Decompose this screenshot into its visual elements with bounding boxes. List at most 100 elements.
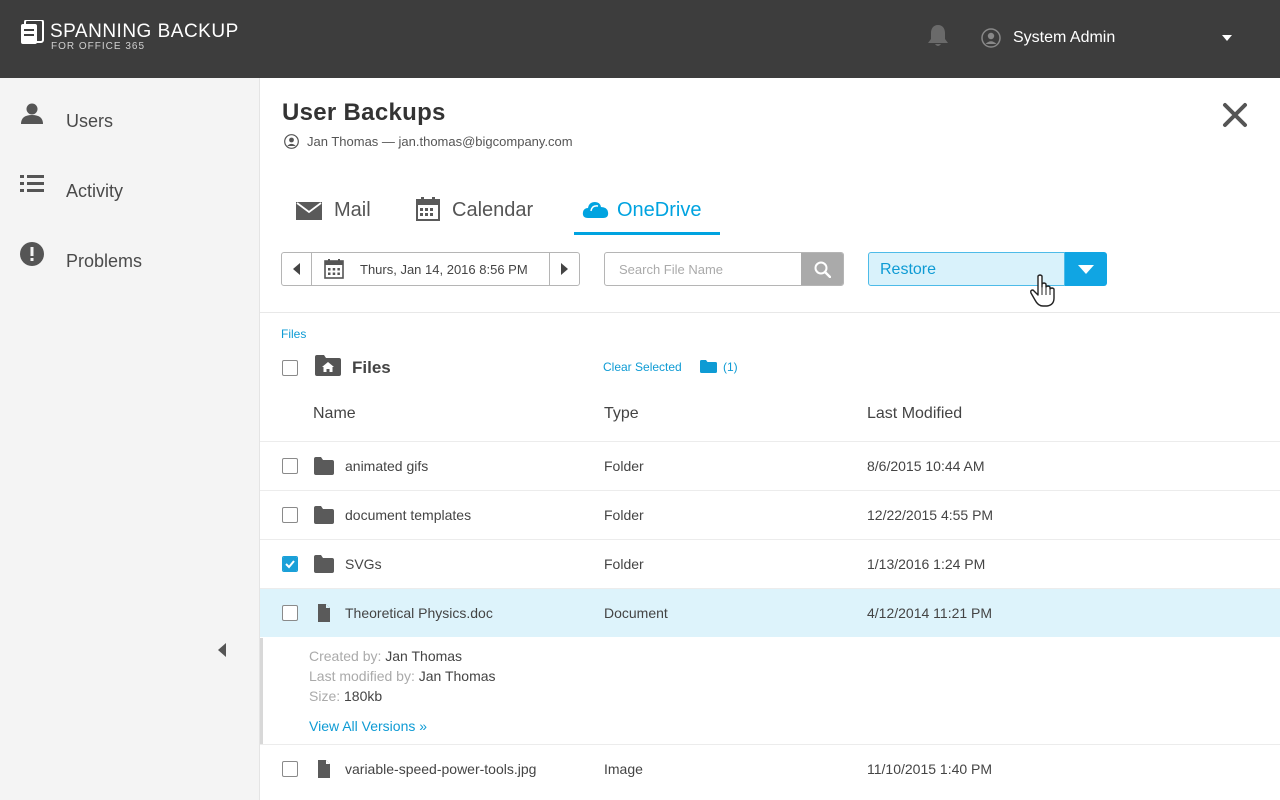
user-identity: Jan Thomas — jan.thomas@bigcompany.com [307,134,573,149]
size-label: Size: [309,688,341,704]
file-name: animated gifs [345,458,429,474]
user-icon [21,103,43,124]
file-modified: 12/22/2015 4:55 PM [867,507,994,523]
file-type: Folder [604,458,644,474]
tab-calendar[interactable]: Calendar [416,196,546,236]
modified-by-label: Last modified by: [309,668,415,684]
view-all-versions-link[interactable]: View All Versions » [309,718,427,734]
table-row[interactable]: document templates Folder 12/22/2015 4:5… [260,490,1280,539]
tab-label: Calendar [452,199,534,221]
folder-icon [314,457,334,475]
created-by-label: Created by: [309,648,382,664]
folder-icon [314,506,334,524]
chevron-right-icon [561,263,568,275]
current-folder-title: Files [352,358,391,377]
column-header-name[interactable]: Name [313,405,356,423]
image-file-icon [318,760,330,778]
user-name[interactable]: System Admin [1013,29,1115,47]
created-by-value: Jan Thomas [385,648,463,664]
table-row[interactable]: Theoretical Physics.doc Document 4/12/20… [260,588,1280,637]
mail-icon [296,202,322,220]
file-modified: 8/6/2015 10:44 AM [867,458,985,474]
sidebar-item-label: Activity [66,181,124,201]
top-bar: SPANNING BACKUP FOR OFFICE 365 System Ad… [0,0,1280,78]
user-backups-panel: User Backups Jan Thomas — jan.thomas@big… [260,78,1280,800]
table-row[interactable]: variable-speed-power-tools.jpg Image 11/… [260,744,1280,793]
table-row[interactable]: animated gifs Folder 8/6/2015 10:44 AM [260,441,1280,490]
file-type: Document [604,605,668,621]
tab-onedrive[interactable]: OneDrive [582,196,722,236]
restore-button[interactable]: Restore [868,252,1065,286]
file-name: Theoretical Physics.doc [345,605,493,621]
next-date-button[interactable] [549,253,579,285]
restore-split-button: Restore [868,252,1107,286]
restore-label: Restore [880,261,937,278]
tab-mail[interactable]: Mail [296,196,386,236]
clear-selected-link[interactable]: Clear Selected [603,360,682,374]
selected-date[interactable]: Thurs, Jan 14, 2016 8:56 PM [360,262,528,277]
column-header-modified[interactable]: Last Modified [867,405,962,423]
modified-by-value: Jan Thomas [418,668,496,684]
created-by: Created by: Jan Thomas [309,648,462,664]
alert-icon [20,242,44,266]
file-type: Image [604,761,643,777]
file-search [604,252,844,286]
sidebar: Users Activity Problems [0,78,260,800]
size-value: 180kb [344,688,383,704]
search-input[interactable] [605,253,802,285]
file-type: Folder [604,556,644,572]
active-tab-indicator [574,232,720,235]
search-button[interactable] [801,253,843,285]
user-circle-icon [284,134,299,149]
selected-count[interactable]: (1) [723,360,738,374]
file-name: SVGs [345,556,382,572]
file-name: variable-speed-power-tools.jpg [345,761,537,777]
sidebar-item-users[interactable]: Users [0,84,259,144]
page-title: User Backups [282,99,446,126]
bell-icon[interactable] [927,24,949,48]
file-modified: 1/13/2016 1:24 PM [867,556,986,572]
tab-label: OneDrive [617,199,702,221]
collapse-sidebar-icon[interactable] [217,643,227,657]
file-modified: 4/12/2014 11:21 PM [867,605,993,621]
folder-icon [700,360,717,373]
toolbar-divider [260,312,1280,313]
table-row[interactable]: SVGs Folder 1/13/2016 1:24 PM [260,539,1280,588]
previous-date-button[interactable] [282,253,312,285]
logo-title: SPANNING BACKUP [50,21,239,42]
chevron-down-icon [1078,265,1094,274]
home-folder-icon [315,355,341,376]
last-modified-by: Last modified by: Jan Thomas [309,668,496,684]
row-checkbox[interactable] [282,556,298,572]
chevron-down-icon[interactable] [1222,35,1232,41]
sidebar-item-label: Problems [66,251,143,271]
select-all-checkbox[interactable] [282,360,298,376]
column-header-type[interactable]: Type [604,405,639,423]
calendar-icon [324,259,344,279]
spanning-logo[interactable]: SPANNING BACKUP FOR OFFICE 365 [20,18,260,58]
checkmark-icon [283,557,297,571]
calendar-icon [416,197,440,221]
user-avatar-icon [981,28,1001,48]
breadcrumb[interactable]: Files [281,327,306,341]
list-icon [20,175,44,192]
file-type: Folder [604,507,644,523]
logo-icon [21,20,44,44]
row-checkbox[interactable] [282,761,298,777]
sidebar-item-problems[interactable]: Problems [0,224,259,284]
close-icon[interactable] [1222,102,1248,128]
search-icon [814,261,831,278]
folder-icon [314,555,334,573]
sidebar-item-label: Users [66,111,114,131]
file-modified: 11/10/2015 1:40 PM [867,761,993,777]
sidebar-item-activity[interactable]: Activity [0,154,259,214]
row-checkbox[interactable] [282,605,298,621]
row-checkbox[interactable] [282,458,298,474]
row-checkbox[interactable] [282,507,298,523]
backup-date-picker[interactable]: Thurs, Jan 14, 2016 8:56 PM [281,252,580,286]
document-icon [318,604,330,622]
tab-label: Mail [334,199,371,221]
restore-options-button[interactable] [1065,252,1107,286]
chevron-left-icon [293,263,300,275]
logo-subtitle: FOR OFFICE 365 [51,41,146,52]
